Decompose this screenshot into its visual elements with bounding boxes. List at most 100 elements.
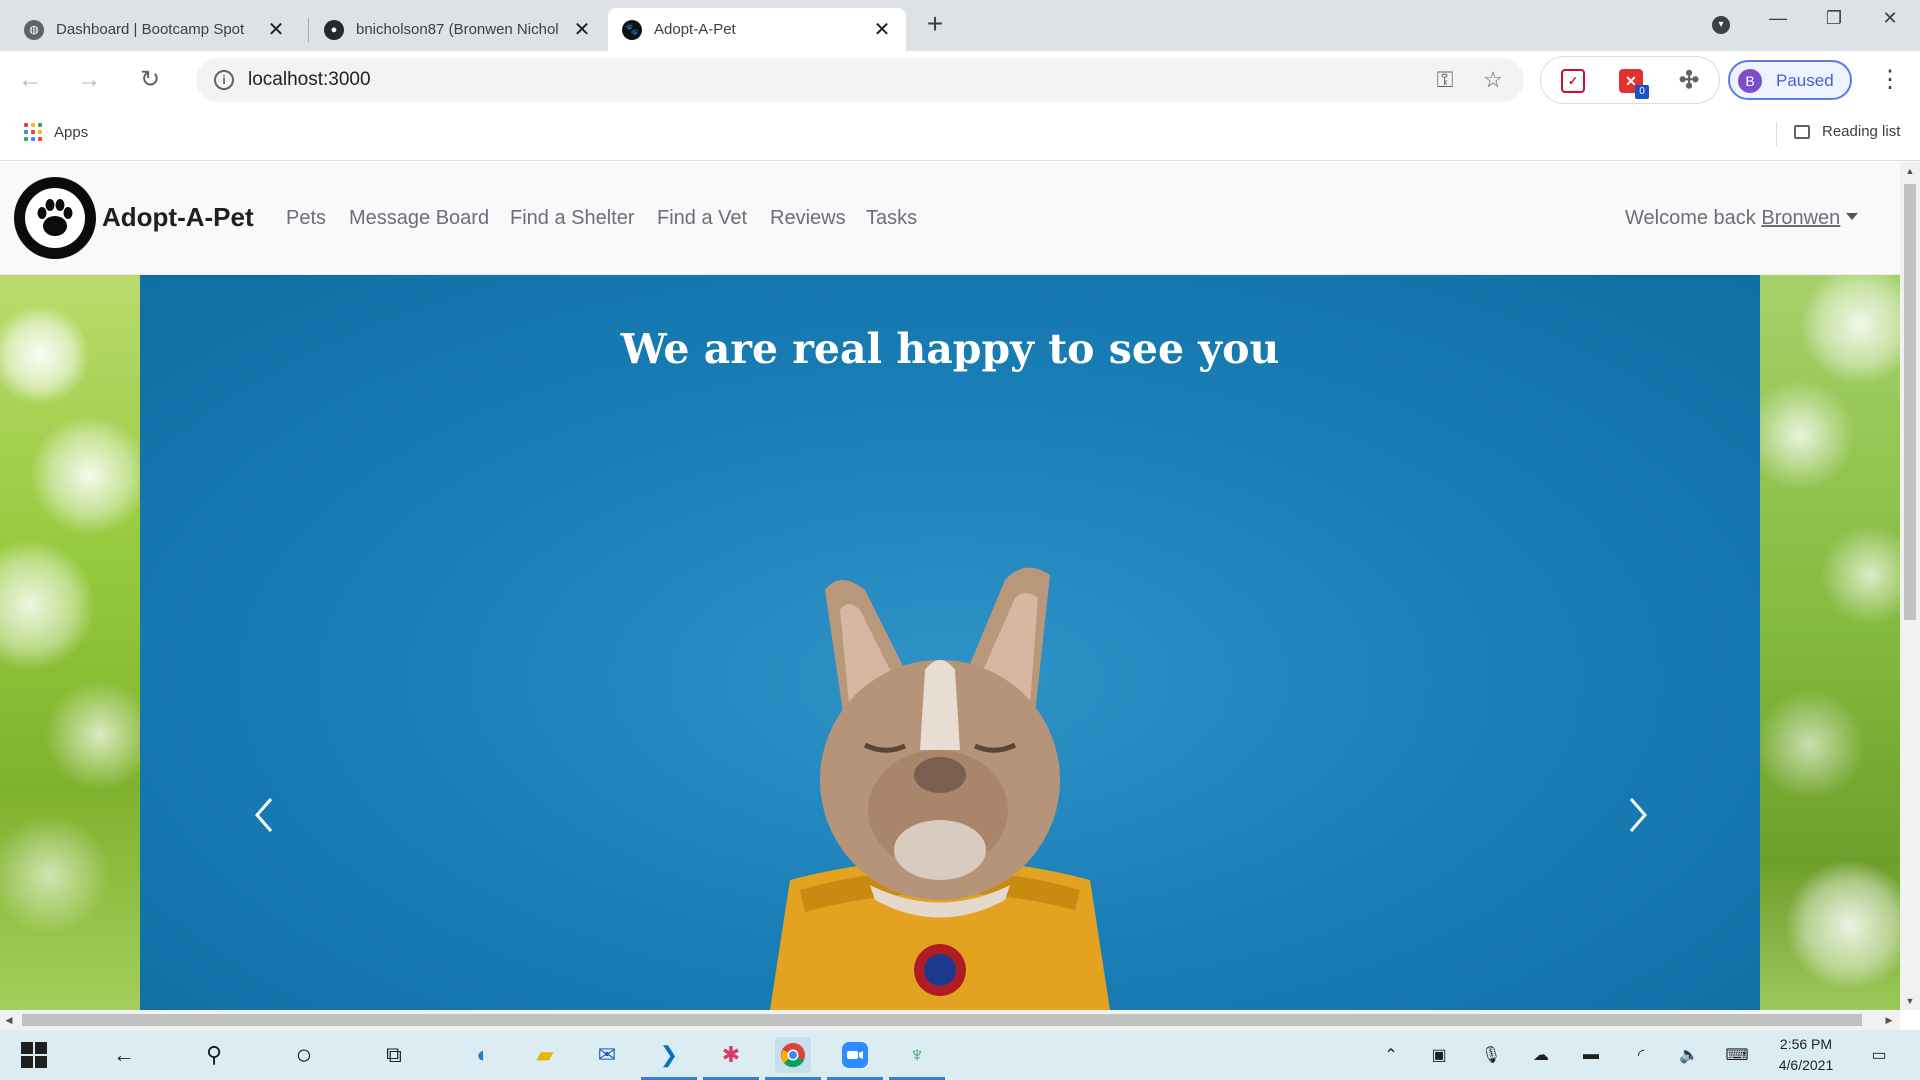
nav-find-a-shelter[interactable]: Find a Shelter — [510, 207, 635, 230]
extensions-puzzle-icon[interactable]: ✣ — [1677, 69, 1701, 93]
close-window-icon[interactable]: ✕ — [1862, 0, 1918, 36]
background-bokeh-left — [0, 275, 140, 1010]
tab-title: Dashboard | Bootcamp Spot — [56, 21, 245, 38]
chrome-icon[interactable] — [765, 1037, 821, 1080]
reading-list-icon — [1794, 124, 1810, 139]
keyboard-icon[interactable]: ⌨ — [1724, 1043, 1750, 1067]
background-bokeh-right — [1760, 275, 1900, 1010]
welcome-text: Welcome back — [1625, 207, 1756, 229]
clock-time: 2:56 PM — [1779, 1036, 1833, 1052]
browser-tab-strip: ◍ Dashboard | Bootcamp Spot ✕ ● bnichols… — [0, 0, 1920, 51]
user-menu-toggle[interactable]: Welcome back Bronwen — [1625, 207, 1859, 230]
address-bar[interactable]: i localhost:3000 ⚿ ☆ — [196, 58, 1524, 102]
caret-down-icon[interactable] — [1846, 213, 1859, 220]
hero-carousel: We are real happy to see you — [140, 275, 1760, 1010]
web-page: Adopt-A-Pet Pets Message Board Find a Sh… — [0, 162, 1900, 1010]
profile-status: Paused — [1776, 71, 1834, 90]
reload-icon[interactable]: ↻ — [134, 64, 166, 96]
site-info-icon[interactable]: i — [214, 70, 234, 90]
carousel-prev-button[interactable] — [235, 785, 295, 845]
menu-kebab-icon[interactable]: ⋮ — [1878, 64, 1902, 96]
battery-icon[interactable]: ▬ — [1578, 1043, 1604, 1067]
apps-label: Apps — [54, 123, 89, 141]
avatar: B — [1738, 69, 1762, 93]
forward-arrow-icon[interactable]: → — [73, 64, 105, 96]
browser-toolbar: ← → ↻ i localhost:3000 ⚿ ☆ ✓ ✕ 0 ✣ B Pau… — [0, 51, 1920, 108]
windows-start-icon[interactable] — [16, 1037, 52, 1073]
nav-tasks[interactable]: Tasks — [866, 207, 917, 230]
nav-pets[interactable]: Pets — [286, 207, 326, 230]
close-tab-icon[interactable]: ✕ — [572, 20, 592, 40]
site-navbar: Adopt-A-Pet Pets Message Board Find a Sh… — [0, 162, 1900, 275]
edge-icon[interactable]: ◐ — [465, 1037, 501, 1073]
slack-icon[interactable]: ✱ — [703, 1037, 759, 1080]
search-icon[interactable]: ⚲ — [196, 1037, 232, 1073]
star-icon[interactable]: ☆ — [1480, 67, 1506, 93]
tab-title: bnicholson87 (Bronwen Nichol — [356, 21, 559, 38]
chevron-left-icon — [255, 798, 273, 832]
extension-badge: 0 — [1635, 85, 1649, 99]
onedrive-icon[interactable]: ☁ — [1528, 1043, 1554, 1067]
tab-bootcamp-dashboard[interactable]: ◍ Dashboard | Bootcamp Spot ✕ — [10, 8, 300, 51]
pocket-extension-icon[interactable]: ✓ — [1561, 69, 1585, 93]
key-icon[interactable]: ⚿ — [1432, 67, 1458, 93]
hero-title: We are real happy to see you — [620, 325, 1280, 373]
scroll-thumb[interactable] — [22, 1014, 1862, 1026]
username-link[interactable]: Bronwen — [1761, 207, 1840, 229]
apps-grid-icon — [24, 123, 42, 141]
scroll-down-icon[interactable]: ▼ — [1904, 996, 1916, 1006]
carousel-next-button[interactable] — [1607, 785, 1667, 845]
scroll-left-icon[interactable]: ◀ — [4, 1014, 14, 1026]
apps-shortcut[interactable]: Apps — [24, 123, 88, 141]
cortana-icon[interactable]: ○ — [286, 1037, 322, 1073]
task-view-icon[interactable]: ⧉ — [376, 1037, 412, 1073]
scroll-right-icon[interactable]: ▶ — [1884, 1014, 1894, 1026]
vscode-icon[interactable]: ❯ — [641, 1037, 697, 1080]
vertical-scrollbar[interactable]: ▲ ▼ — [1900, 162, 1920, 1010]
nav-message-board[interactable]: Message Board — [349, 207, 489, 230]
github-icon: ● — [324, 19, 344, 40]
meet-now-icon[interactable]: ▣ — [1426, 1043, 1452, 1067]
close-tab-icon[interactable]: ✕ — [266, 20, 286, 40]
site-brand[interactable]: Adopt-A-Pet — [102, 202, 254, 233]
back-arrow-icon[interactable]: ← — [14, 64, 46, 96]
volume-icon[interactable]: 🔈 — [1676, 1043, 1702, 1067]
tab-title: Adopt-A-Pet — [654, 21, 736, 38]
nav-find-a-vet[interactable]: Find a Vet — [657, 207, 747, 230]
profile-button[interactable]: B Paused — [1728, 60, 1852, 100]
minimize-icon[interactable]: — — [1750, 0, 1806, 36]
system-clock[interactable]: 2:56 PM 4/6/2021 — [1760, 1034, 1852, 1076]
new-tab-button[interactable]: + — [920, 10, 950, 40]
reading-list-button[interactable]: Reading list — [1794, 123, 1900, 140]
bookmarks-bar: Apps Reading list — [0, 108, 1920, 161]
microphone-icon[interactable]: 🎙 — [1478, 1043, 1504, 1067]
notifications-icon[interactable]: ▭ — [1866, 1043, 1892, 1067]
horizontal-scrollbar[interactable]: ◀ ▶ — [0, 1010, 1900, 1030]
globe-icon: ◍ — [24, 19, 44, 40]
restore-icon[interactable]: ❐ — [1806, 0, 1862, 36]
paw-logo-icon[interactable] — [14, 177, 96, 259]
back-icon[interactable]: ← — [106, 1037, 142, 1073]
bookmark-separator — [1776, 122, 1777, 146]
extensions-group: ✓ ✕ 0 ✣ — [1540, 56, 1720, 104]
tab-search-icon[interactable]: ▾ — [1712, 16, 1730, 34]
french-bulldog-image — [770, 567, 1110, 1010]
chevron-right-icon — [1629, 798, 1647, 832]
nav-reviews[interactable]: Reviews — [770, 207, 846, 230]
close-tab-icon[interactable]: ✕ — [872, 20, 892, 40]
tab-separator — [308, 18, 309, 42]
wifi-icon[interactable]: ◜ — [1628, 1043, 1654, 1067]
tab-github[interactable]: ● bnicholson87 (Bronwen Nichol ✕ — [310, 8, 606, 51]
mail-icon[interactable]: ✉ — [589, 1037, 625, 1073]
url-text[interactable]: localhost:3000 — [248, 69, 371, 91]
tab-adopt-a-pet[interactable]: 🐾 Adopt-A-Pet ✕ — [608, 8, 906, 51]
clock-date: 4/6/2021 — [1778, 1057, 1834, 1073]
paw-icon: 🐾 — [622, 19, 642, 40]
file-explorer-icon[interactable]: ▰ — [527, 1037, 563, 1073]
scroll-up-icon[interactable]: ▲ — [1904, 166, 1916, 176]
zoom-icon[interactable] — [827, 1037, 883, 1080]
show-hidden-icons-icon[interactable]: ⌃ — [1378, 1043, 1404, 1067]
git-kraken-icon[interactable]: ♆ — [889, 1037, 945, 1080]
scroll-thumb[interactable] — [1904, 184, 1916, 620]
reading-list-label: Reading list — [1822, 123, 1901, 140]
